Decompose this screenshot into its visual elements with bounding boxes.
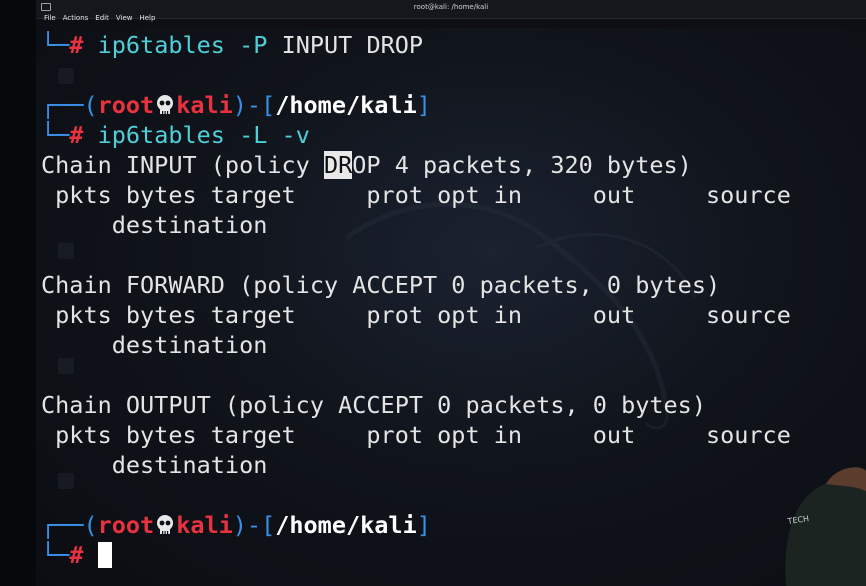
window-title: root@kali: /home/kali (413, 3, 489, 11)
presenter-webcam: TECH (785, 467, 866, 586)
skull-icon (157, 515, 174, 534)
terminal-line: pkts bytes target prot opt in out source (41, 421, 791, 449)
terminal-line: destination (41, 331, 268, 359)
terminal-line: └─# ip6tables -L -v (41, 121, 310, 149)
desktop-icon (58, 358, 74, 374)
menu-help[interactable]: Help (139, 14, 155, 28)
terminal-line: pkts bytes target prot opt in out source (41, 181, 791, 209)
menu-view[interactable]: View (116, 14, 133, 28)
terminal-line: destination (41, 451, 268, 479)
terminal-line: Chain OUTPUT (policy ACCEPT 0 packets, 0… (41, 391, 706, 419)
menu-actions[interactable]: Actions (63, 14, 89, 28)
menu-edit[interactable]: Edit (95, 14, 109, 28)
text-selection: DR (323, 151, 353, 179)
prompt-line: ┌──(root kali)-[/home/kali] (41, 91, 431, 119)
skull-icon (157, 95, 174, 114)
terminal-output[interactable]: └─# ip6tables -P INPUT DROP ┌──(root kali… (36, 28, 866, 586)
terminal-line: destination (41, 211, 268, 239)
menubar: File Actions Edit View Help (36, 14, 155, 28)
desktop-icon (58, 243, 74, 259)
menu-file[interactable]: File (44, 14, 56, 28)
left-panel-strip (0, 0, 36, 586)
desktop-icon (58, 68, 74, 84)
terminal-cursor (97, 542, 112, 568)
prompt-line: ┌──(root kali)-[/home/kali] (41, 511, 431, 539)
terminal-line: Chain FORWARD (policy ACCEPT 0 packets, … (41, 271, 721, 299)
prompt-input-line[interactable]: └─# (41, 540, 112, 570)
terminal-line: pkts bytes target prot opt in out source (41, 301, 791, 329)
window-titlebar: root@kali: /home/kali (36, 0, 866, 19)
terminal-line: Chain INPUT (policy DROP 4 packets, 320 … (41, 151, 692, 179)
terminal-line: └─# ip6tables -P INPUT DROP (41, 31, 424, 59)
